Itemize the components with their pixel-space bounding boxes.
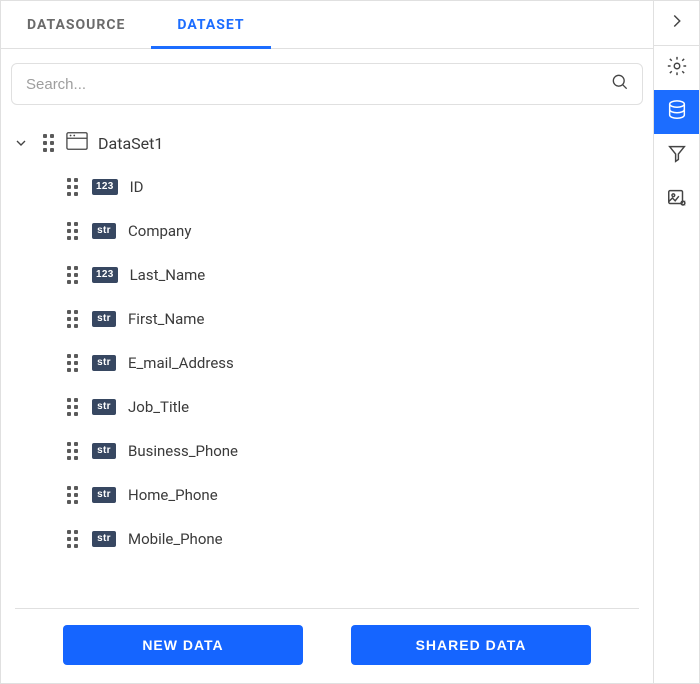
tab-dataset[interactable]: DATASET <box>151 1 270 48</box>
field-name: Last_Name <box>130 266 206 284</box>
field-row[interactable]: str Mobile_Phone <box>65 517 647 561</box>
drag-handle-icon[interactable] <box>43 134 54 152</box>
field-type-badge: str <box>92 531 116 547</box>
dataset-tree: DataSet1 123IDstrCompany123Last_NamestrF… <box>1 115 653 598</box>
field-name: E_mail_Address <box>128 354 234 372</box>
drag-handle-icon[interactable] <box>67 178 78 196</box>
tab-datasource[interactable]: DATASOURCE <box>1 1 151 48</box>
field-row[interactable]: 123 Last_Name <box>65 253 647 297</box>
filter-icon <box>666 143 688 169</box>
field-row[interactable]: str Job_Title <box>65 385 647 429</box>
field-row[interactable]: str First_Name <box>65 297 647 341</box>
field-name: Business_Phone <box>128 442 238 460</box>
image-gear-icon <box>666 187 688 213</box>
field-type-badge: str <box>92 223 116 239</box>
dataset-node[interactable]: DataSet1 <box>7 121 647 165</box>
fields-list: 123IDstrCompany123Last_NamestrFirst_Name… <box>7 165 647 561</box>
drag-handle-icon[interactable] <box>67 354 78 372</box>
field-type-badge: str <box>92 399 116 415</box>
filter-button[interactable] <box>654 134 699 178</box>
tabs: DATASOURCE DATASET <box>1 1 653 49</box>
footer-actions: NEW DATA SHARED DATA <box>15 608 639 683</box>
app-root: DATASOURCE DATASET <box>0 0 700 684</box>
field-name: First_Name <box>128 310 204 328</box>
collapse-button[interactable] <box>654 1 699 45</box>
data-panel-button[interactable] <box>654 90 699 134</box>
database-icon <box>666 99 688 125</box>
main-panel: DATASOURCE DATASET <box>1 1 653 683</box>
search-box[interactable] <box>11 63 643 105</box>
search-wrap <box>1 49 653 115</box>
field-row[interactable]: str Home_Phone <box>65 473 647 517</box>
image-settings-button[interactable] <box>654 178 699 222</box>
field-name: Home_Phone <box>128 486 218 504</box>
right-sidebar <box>653 1 699 683</box>
new-data-button[interactable]: NEW DATA <box>63 625 303 665</box>
dataset-icon <box>66 131 88 155</box>
gear-icon <box>666 55 688 81</box>
field-name: ID <box>130 178 144 196</box>
field-type-badge: str <box>92 355 116 371</box>
drag-handle-icon[interactable] <box>67 398 78 416</box>
dataset-name: DataSet1 <box>98 134 163 153</box>
drag-handle-icon[interactable] <box>67 530 78 548</box>
field-type-badge: str <box>92 487 116 503</box>
settings-button[interactable] <box>654 46 699 90</box>
field-type-badge: 123 <box>92 267 118 283</box>
drag-handle-icon[interactable] <box>67 486 78 504</box>
drag-handle-icon[interactable] <box>67 266 78 284</box>
field-type-badge: 123 <box>92 179 118 195</box>
drag-handle-icon[interactable] <box>67 222 78 240</box>
field-name: Company <box>128 222 191 240</box>
field-name: Mobile_Phone <box>128 530 223 548</box>
chevron-right-icon <box>666 10 688 36</box>
field-row[interactable]: str E_mail_Address <box>65 341 647 385</box>
drag-handle-icon[interactable] <box>67 310 78 328</box>
field-type-badge: str <box>92 311 116 327</box>
field-row[interactable]: 123 ID <box>65 165 647 209</box>
shared-data-button[interactable]: SHARED DATA <box>351 625 591 665</box>
search-input[interactable] <box>24 75 602 94</box>
search-icon <box>610 72 630 96</box>
drag-handle-icon[interactable] <box>67 442 78 460</box>
field-row[interactable]: str Business_Phone <box>65 429 647 473</box>
field-type-badge: str <box>92 443 116 459</box>
field-row[interactable]: str Company <box>65 209 647 253</box>
field-name: Job_Title <box>128 398 189 416</box>
chevron-down-icon[interactable] <box>11 135 31 151</box>
